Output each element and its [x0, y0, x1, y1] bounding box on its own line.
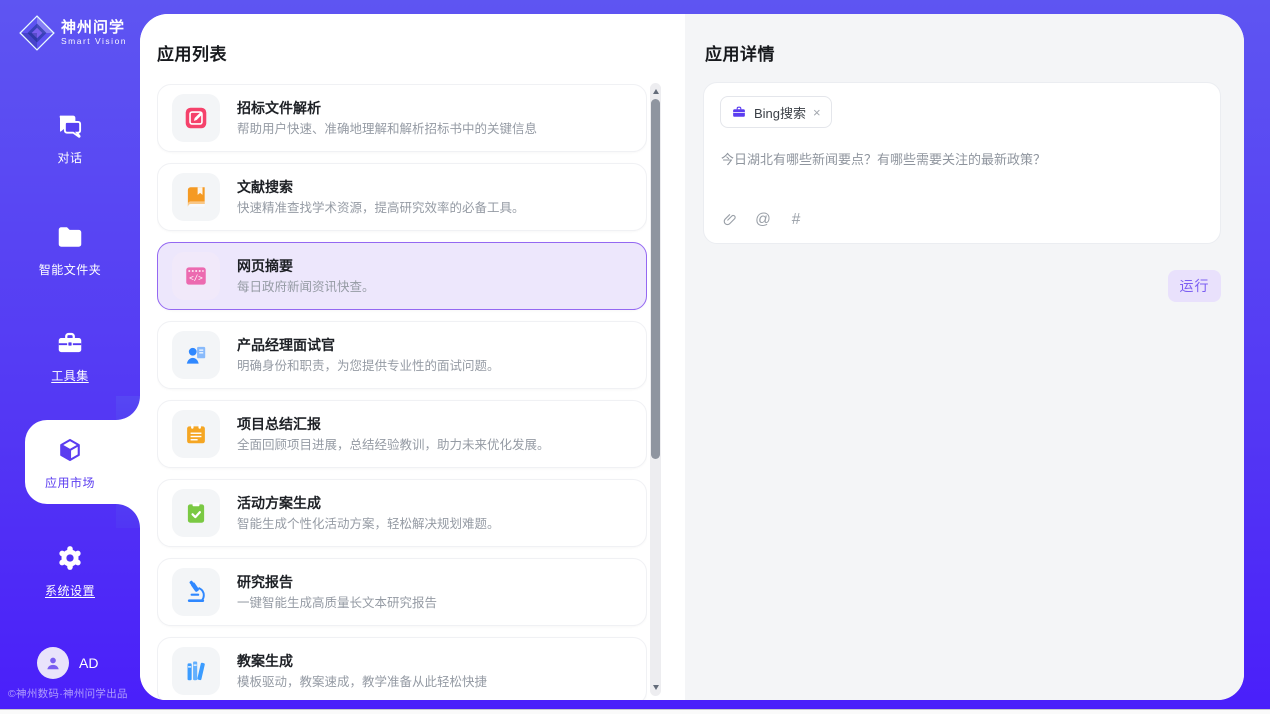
prompt-card: Bing搜索 × 今日湖北有哪些新闻要点？有哪些需要关注的最新政策？ @ # [703, 82, 1221, 244]
window-bottom-edge [0, 709, 1270, 714]
app-window: 神州问学 Smart Vision 对话 智能文件夹 工具集 应用市场 系统设置 [0, 0, 1270, 714]
app-detail-title: 应用详情 [705, 40, 775, 65]
user-row[interactable]: AD [37, 647, 98, 679]
brand-name: 神州问学 [61, 19, 127, 36]
app-list-title: 应用列表 [157, 40, 227, 65]
app-card-6[interactable]: 活动方案生成 智能生成个性化活动方案，轻松解决规划难题。 [157, 479, 647, 547]
app-card-8[interactable]: 教案生成 模板驱动，教案速成，教学准备从此轻松快捷 [157, 637, 647, 700]
microscope-icon [183, 579, 209, 605]
copyright-footer: ©神州数码·神州问学出品 [8, 686, 138, 701]
hash-icon[interactable]: # [787, 211, 805, 229]
app-card-2[interactable]: 文献搜索 快速精准查找学术资源，提高研究效率的必备工具。 [157, 163, 647, 231]
brand-diamond-icon [18, 14, 56, 52]
scroll-down-icon[interactable] [653, 685, 659, 690]
run-button[interactable]: 运行 [1168, 270, 1221, 302]
clipboard-check-icon [183, 500, 209, 526]
tag-close-icon[interactable]: × [813, 106, 821, 119]
app-card-1[interactable]: 招标文件解析 帮助用户快速、准确地理解和解析招标书中的关键信息 [157, 84, 647, 152]
briefcase-icon [731, 104, 747, 120]
bid-parse-icon [183, 105, 209, 131]
sidebar: 神州问学 Smart Vision 对话 智能文件夹 工具集 应用市场 系统设置 [0, 0, 140, 710]
person-icon [43, 653, 63, 673]
interviewer-icon [183, 342, 209, 368]
paperclip-icon[interactable] [721, 211, 739, 229]
tool-tag-label: Bing搜索 [754, 103, 806, 122]
sidebar-item-4[interactable]: 应用市场 [0, 435, 140, 491]
books-icon [183, 658, 209, 684]
book-icon [183, 184, 209, 210]
nav-notch-bottom [116, 504, 140, 528]
folder-icon [55, 222, 85, 252]
app-card-4[interactable]: 产品经理面试官 明确身份和职责，为您提供专业性的面试问题。 [157, 321, 647, 389]
purple-frame: 神州问学 Smart Vision 对话 智能文件夹 工具集 应用市场 系统设置 [0, 0, 1270, 710]
scroll-up-icon[interactable] [653, 89, 659, 94]
prompt-toolbar: @ # [721, 211, 805, 229]
report-note-icon [183, 421, 209, 447]
gear-icon [55, 543, 85, 573]
sidebar-item-3[interactable]: 工具集 [0, 328, 140, 384]
chat-icon [55, 110, 85, 140]
sidebar-item-5[interactable]: 系统设置 [0, 543, 140, 599]
prompt-text[interactable]: 今日湖北有哪些新闻要点？有哪些需要关注的最新政策？ [721, 151, 1204, 169]
brand-logo: 神州问学 Smart Vision [18, 14, 127, 52]
app-card-7[interactable]: 研究报告 一键智能生成高质量长文本研究报告 [157, 558, 647, 626]
app-card-5[interactable]: 项目总结汇报 全面回顾项目进展，总结经验教训，助力未来优化发展。 [157, 400, 647, 468]
user-name: AD [79, 655, 98, 671]
app-list-panel: 应用列表 招标文件解析 帮助用户快速、准确地理解和解析招标书中的关键信息 文献搜… [140, 14, 685, 700]
cube-icon [55, 435, 85, 465]
app-card-3[interactable]: 网页摘要 每日政府新闻资讯快查。 [157, 242, 647, 310]
content-area: 应用列表 招标文件解析 帮助用户快速、准确地理解和解析招标书中的关键信息 文献搜… [140, 14, 1244, 700]
brand-tagline: Smart Vision [61, 36, 127, 47]
sidebar-item-1[interactable]: 对话 [0, 110, 140, 166]
toolbox-icon [55, 328, 85, 358]
app-list: 招标文件解析 帮助用户快速、准确地理解和解析招标书中的关键信息 文献搜索 快速精… [157, 84, 647, 700]
app-detail-panel: 应用详情 Bing搜索 × 今日湖北有哪些新闻要点？有哪些需要关注的最新政策？ … [685, 14, 1244, 700]
nav-notch-top [116, 396, 140, 420]
scrollbar-thumb[interactable] [651, 99, 660, 459]
webpage-icon [183, 263, 209, 289]
scrollbar[interactable] [650, 83, 661, 696]
avatar[interactable] [37, 647, 69, 679]
at-mention-icon[interactable]: @ [754, 211, 772, 229]
sidebar-item-2[interactable]: 智能文件夹 [0, 222, 140, 278]
tool-tag-bing[interactable]: Bing搜索 × [720, 96, 832, 128]
